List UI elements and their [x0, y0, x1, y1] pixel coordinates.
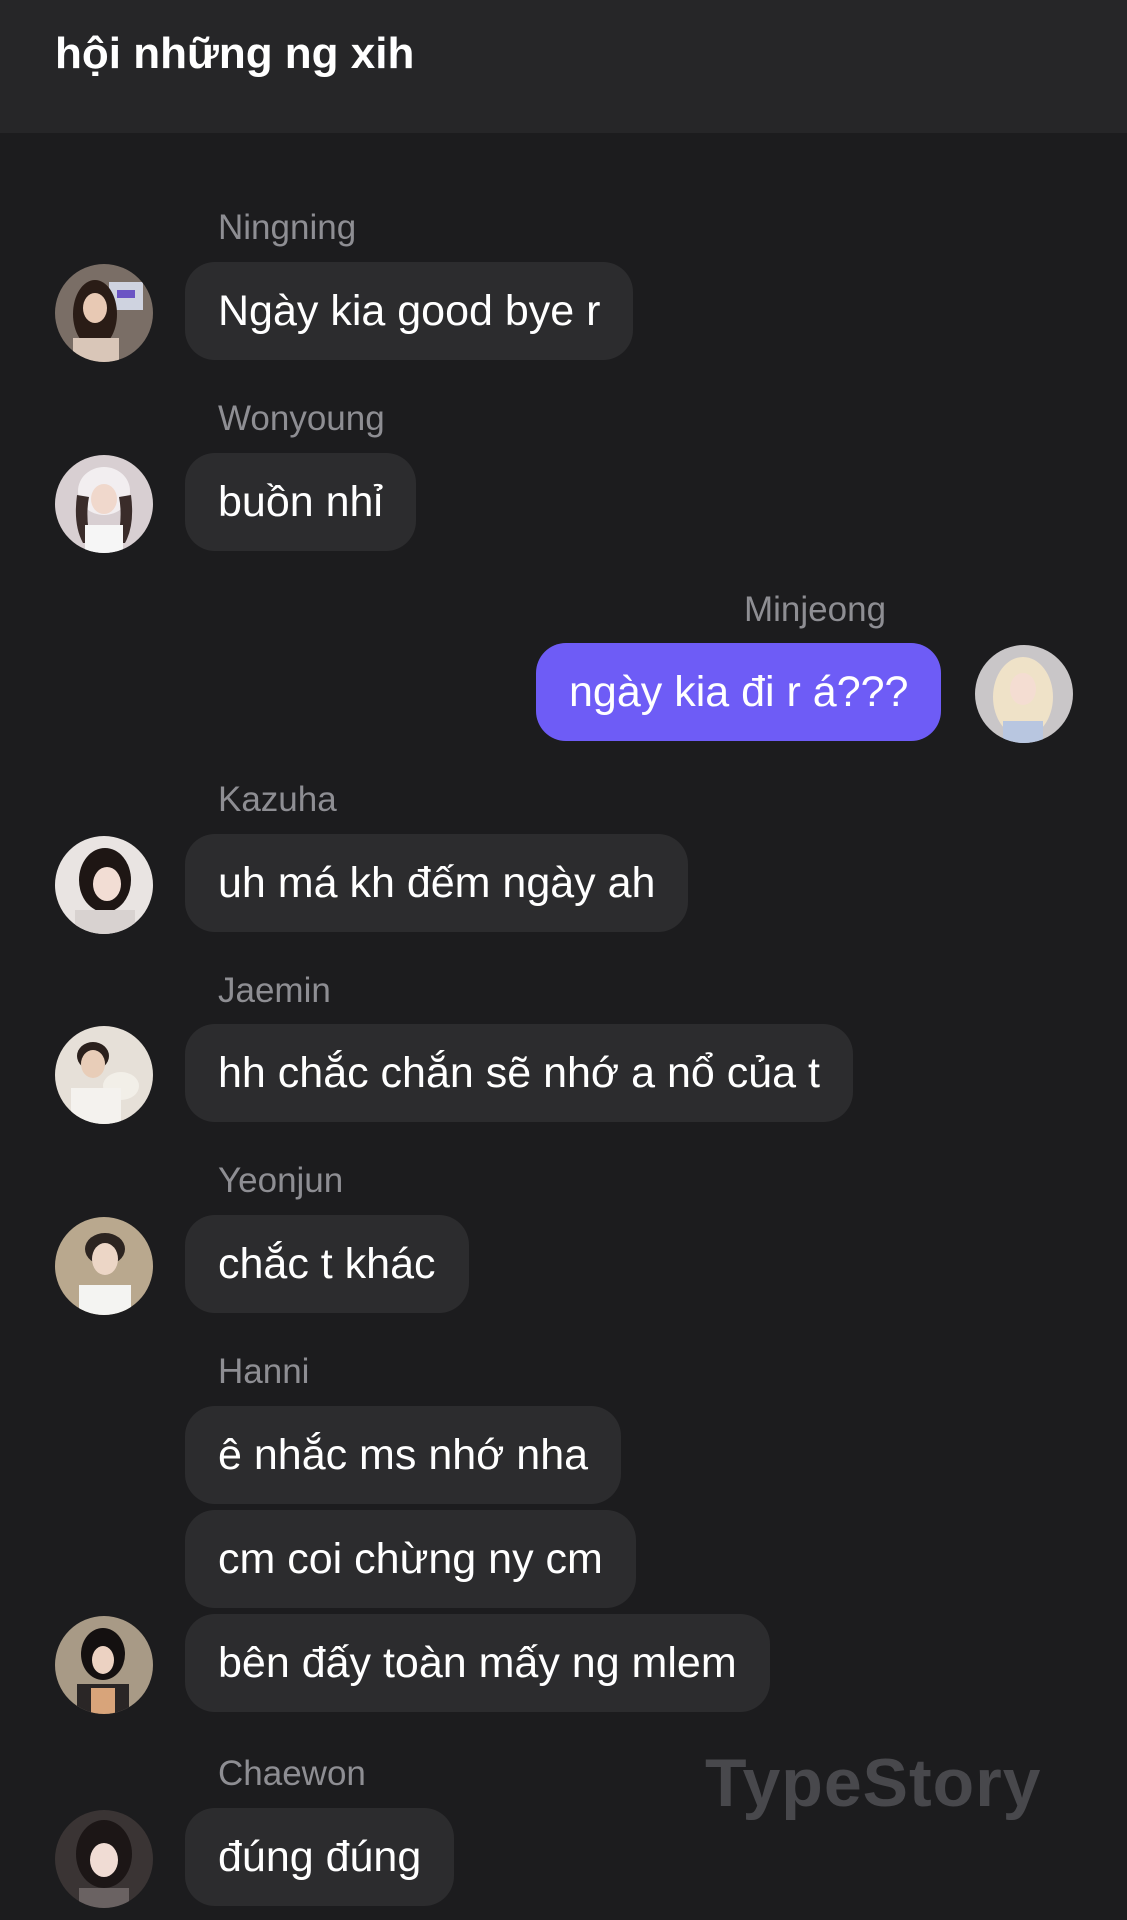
message-bubble[interactable]: ê nhắc ms nhớ nha: [185, 1406, 622, 1504]
avatar-chaewon[interactable]: [55, 1810, 153, 1908]
sender-name: Wonyoung: [218, 399, 385, 438]
message-bubble[interactable]: Ngày kia good bye r: [185, 262, 634, 360]
avatar-hanni[interactable]: [55, 1616, 153, 1714]
message-bubble[interactable]: cm coi chừng ny cm: [185, 1510, 636, 1608]
message-bubble[interactable]: uh má kh đếm ngày ah: [185, 834, 689, 932]
sender-name: Hanni: [218, 1352, 310, 1391]
sender-name: Kazuha: [218, 780, 337, 819]
avatar-minjeong[interactable]: [975, 645, 1073, 743]
message-bubble[interactable]: đúng đúng: [185, 1808, 455, 1906]
avatar-jaemin[interactable]: [55, 1026, 153, 1124]
avatar-yeonjun[interactable]: [55, 1217, 153, 1315]
sender-name: Yeonjun: [218, 1161, 344, 1200]
chat-title[interactable]: hội những ng xih: [55, 26, 414, 82]
sender-name: Jaemin: [218, 971, 331, 1010]
message-bubble-self[interactable]: ngày kia đi r á???: [536, 643, 942, 741]
avatar-wonyoung[interactable]: [55, 455, 153, 553]
avatar-ningning[interactable]: [55, 264, 153, 362]
message-bubble[interactable]: hh chắc chắn sẽ nhớ a nổ của t: [185, 1024, 853, 1122]
message-bubble[interactable]: buồn nhỉ: [185, 453, 416, 551]
watermark-logo: TypeStory: [705, 1745, 1042, 1821]
sender-name: Chaewon: [218, 1754, 366, 1793]
message-bubble[interactable]: bên đấy toàn mấy ng mlem: [185, 1614, 770, 1712]
message-bubble[interactable]: chắc t khác: [185, 1215, 469, 1313]
avatar-kazuha[interactable]: [55, 836, 153, 934]
sender-name: Ningning: [218, 208, 357, 247]
sender-name: Minjeong: [744, 590, 887, 629]
chat-header: hội những ng xih: [0, 0, 1127, 133]
